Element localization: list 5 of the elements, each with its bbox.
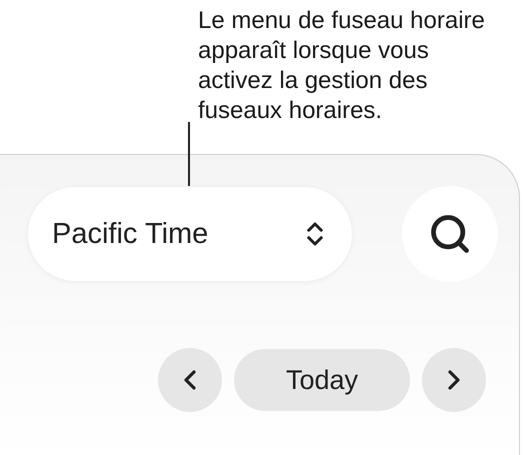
callout-text: Le menu de fuseau horaire apparaît lorsque vous activez la gestion des fuseaux horaires. — [197, 6, 486, 126]
time-zone-menu[interactable]: Pacific Time — [28, 187, 352, 281]
search-icon — [428, 212, 472, 256]
leader-line — [188, 122, 190, 186]
today-button[interactable]: Today — [234, 349, 410, 411]
